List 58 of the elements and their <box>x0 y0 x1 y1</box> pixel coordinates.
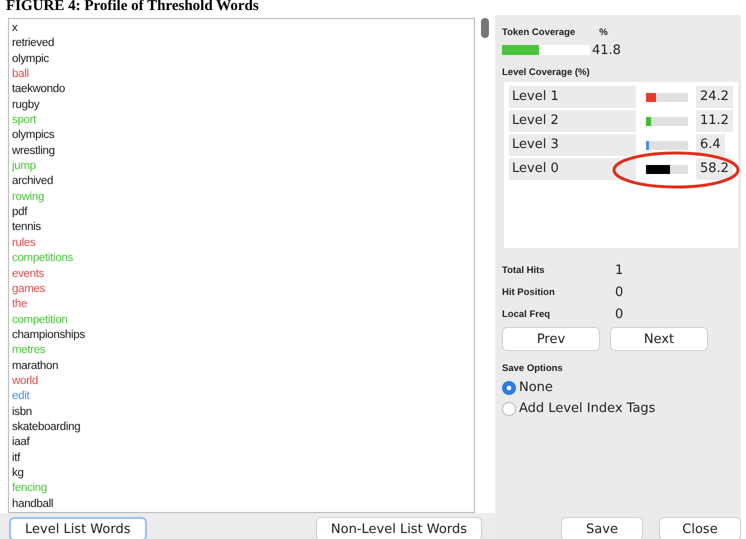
word-item[interactable]: ball <box>12 67 29 82</box>
footer-button[interactable]: Save <box>561 517 643 539</box>
word-item[interactable]: itf <box>12 450 20 466</box>
level-bar <box>646 116 688 126</box>
percent-label: % <box>599 27 608 38</box>
word-item[interactable]: kg <box>12 466 24 482</box>
level-bar <box>646 140 688 150</box>
word-item[interactable]: championships <box>12 328 85 344</box>
word-item[interactable]: iaaf <box>12 435 30 451</box>
level-value: 24.2 <box>696 86 733 108</box>
stat-label: Local Freq <box>502 309 552 320</box>
radio-label[interactable]: None <box>519 380 553 395</box>
level-label: Level 2 <box>509 110 636 132</box>
nav-button[interactable]: Prev <box>502 327 600 351</box>
radio-label[interactable]: Add Level Index Tags <box>519 401 656 416</box>
stat-value: 0 <box>615 285 624 300</box>
word-item[interactable]: olympics <box>12 128 54 144</box>
word-item[interactable]: skateboarding <box>12 420 80 436</box>
word-item[interactable]: events <box>12 266 44 282</box>
scrollbar-thumb[interactable] <box>481 18 489 38</box>
word-item[interactable]: handball <box>12 496 54 512</box>
token-coverage-label: Token Coverage <box>502 27 576 38</box>
list-button[interactable]: Non-Level List Words <box>316 517 482 539</box>
save-options-title: Save Options <box>502 363 564 374</box>
radio-button[interactable] <box>502 380 516 394</box>
word-item[interactable]: x <box>12 21 18 36</box>
stat-label: Total Hits <box>502 265 546 276</box>
radio-button[interactable] <box>502 402 516 416</box>
word-item[interactable]: pdf <box>12 205 28 220</box>
level-bar <box>646 164 688 174</box>
footer-button[interactable]: Close <box>659 517 741 539</box>
word-item[interactable]: world <box>12 374 38 390</box>
level-coverage-title: Level Coverage (%) <box>502 67 591 78</box>
level-label: Level 3 <box>509 134 636 156</box>
level-value: 6.4 <box>696 134 725 156</box>
level-value: 11.2 <box>696 110 733 132</box>
word-item[interactable]: isbn <box>12 404 32 420</box>
level-bar <box>646 92 688 102</box>
word-item[interactable]: rugby <box>12 98 40 114</box>
word-item[interactable]: marathon <box>12 358 58 374</box>
word-item[interactable]: taekwondo <box>12 82 65 98</box>
word-item[interactable]: olympic <box>12 52 49 68</box>
stat-label: Hit Position <box>502 287 556 298</box>
word-item[interactable]: retrieved <box>12 36 54 52</box>
word-item[interactable]: games <box>12 282 46 298</box>
word-item[interactable]: tennis <box>12 220 41 236</box>
word-item[interactable]: the <box>12 297 28 313</box>
word-item[interactable]: archived <box>12 174 54 190</box>
word-item[interactable]: rules <box>12 236 36 252</box>
level-label: Level 1 <box>509 86 636 108</box>
stat-value: 1 <box>615 263 624 278</box>
level-label: Level 0 <box>509 158 636 180</box>
list-button[interactable]: Level List Words <box>9 517 146 539</box>
nav-button[interactable]: Next <box>610 327 708 351</box>
token-coverage-value: 41.8 <box>592 42 621 58</box>
word-item[interactable]: wrestling <box>12 144 55 160</box>
level-value: 58.2 <box>696 158 733 180</box>
stat-value: 0 <box>615 307 624 322</box>
